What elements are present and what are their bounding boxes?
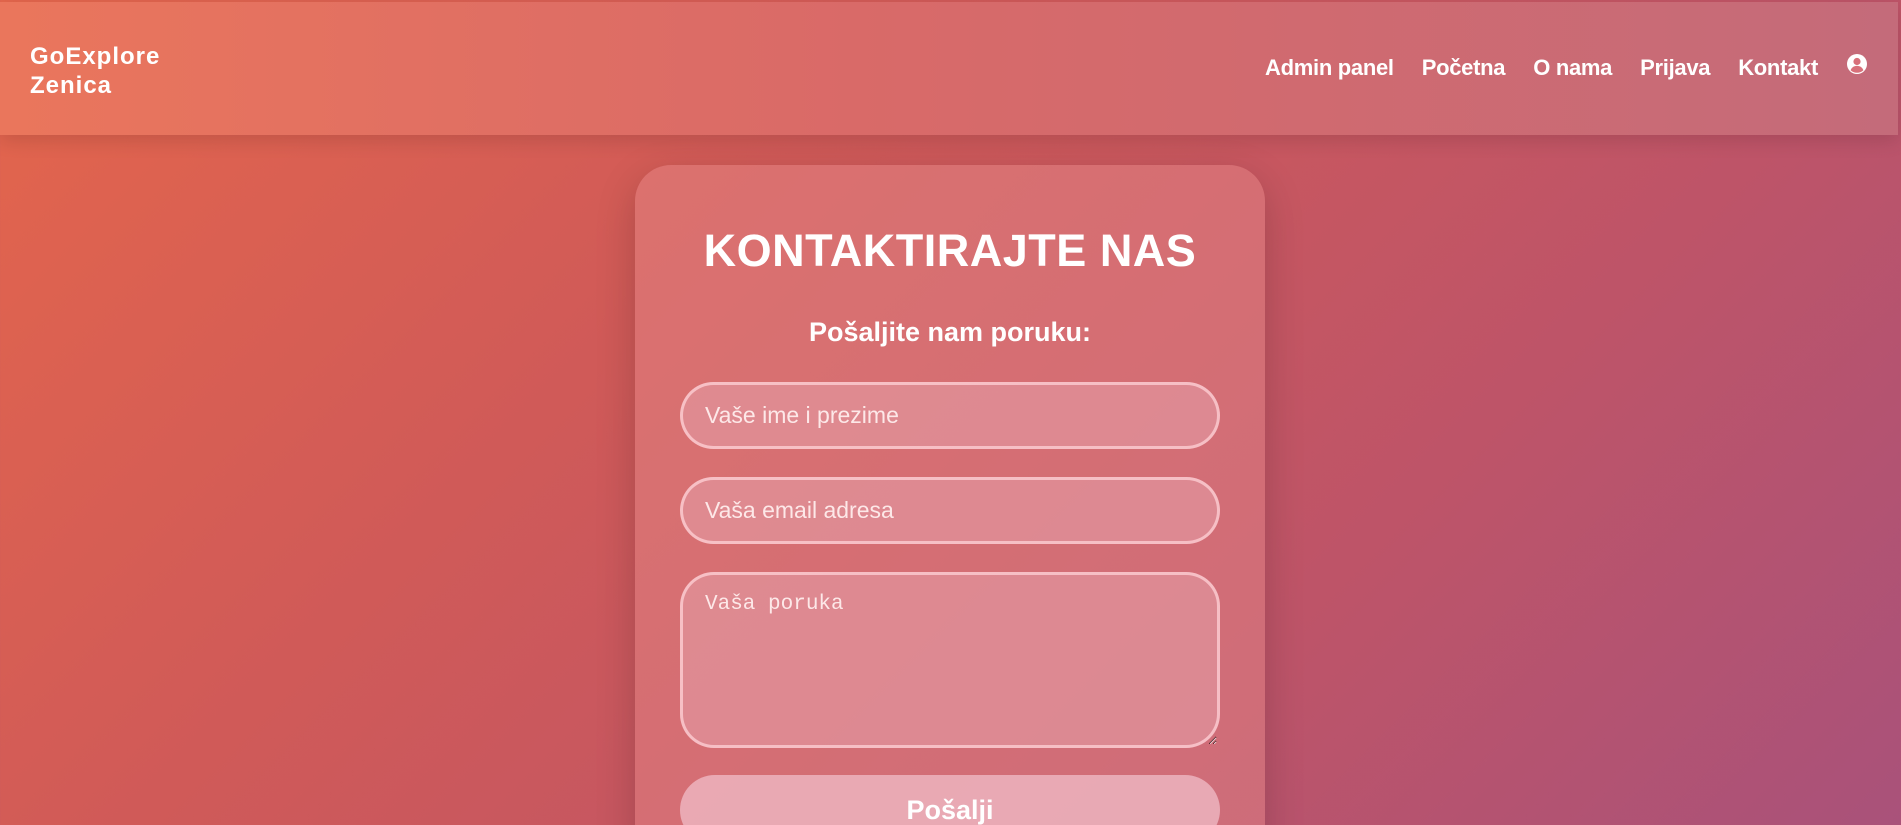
email-input[interactable] [680, 477, 1220, 544]
nav-link-kontakt[interactable]: Kontakt [1738, 55, 1818, 81]
message-textarea[interactable] [680, 572, 1220, 748]
contact-card: KONTAKTIRAJTE NAS Pošaljite nam poruku: … [635, 165, 1265, 825]
logo-line-1: GoExplore [30, 43, 161, 70]
nav-link-admin-panel[interactable]: Admin panel [1265, 55, 1394, 81]
user-circle-icon[interactable] [1846, 53, 1868, 75]
nav-link-prijava[interactable]: Prijava [1640, 55, 1710, 81]
nav-link-pocetna[interactable]: Početna [1422, 55, 1506, 81]
name-input[interactable] [680, 382, 1220, 449]
contact-title: KONTAKTIRAJTE NAS [703, 225, 1197, 276]
logo-line-2: Zenica [30, 72, 113, 99]
site-logo[interactable]: GoExplore Zenica [30, 42, 210, 100]
nav-link-o-nama[interactable]: O nama [1533, 55, 1612, 81]
nav-links: Admin panel Početna O nama Prijava Konta… [1265, 53, 1868, 81]
send-button[interactable]: Pošalji [680, 775, 1220, 825]
contact-subtitle: Pošaljite nam poruku: [808, 317, 1092, 347]
navbar: GoExplore Zenica Admin panel Početna O n… [0, 2, 1898, 135]
